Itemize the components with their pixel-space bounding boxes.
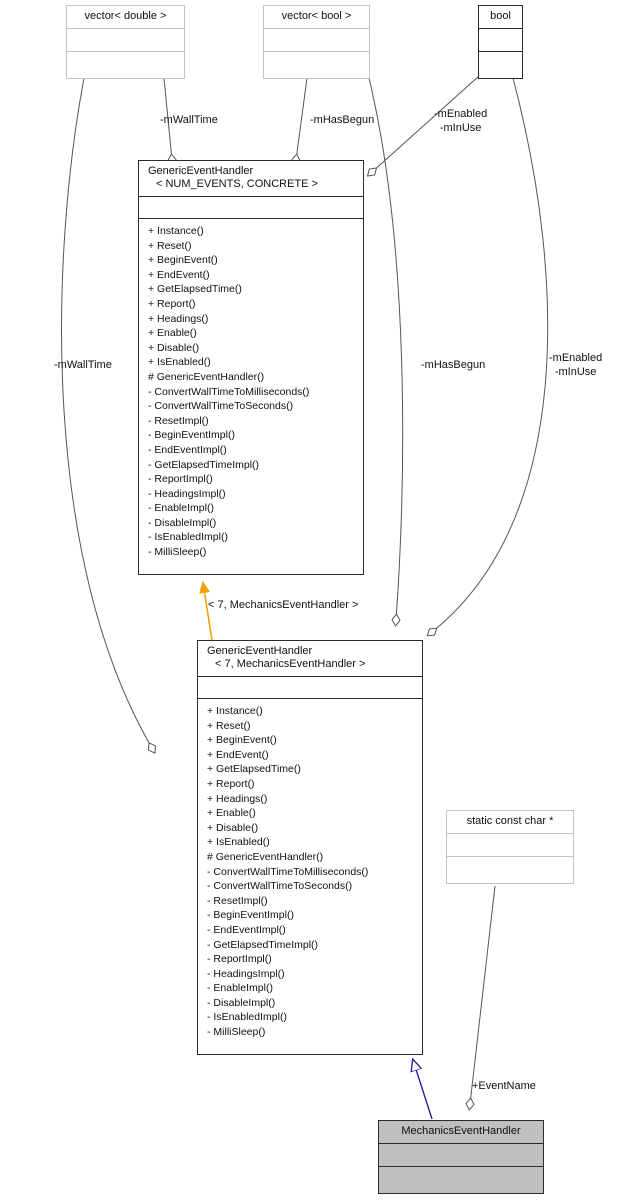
class-title-generic-event-handler-template: GenericEventHandler < NUM_EVENTS, CONCRE… (139, 161, 363, 196)
class-member: - ResetImpl() (148, 414, 209, 427)
class-member: + Report() (148, 297, 196, 310)
edge-label-enabled-inuse-top: -mEnabled -mInUse (434, 107, 487, 135)
edge-label-line2: -mInUse (439, 122, 482, 134)
operations-compartment (379, 1166, 543, 1189)
uml-class-diagram: vector< double > vector< bool > bool Gen… (0, 0, 619, 1203)
class-member: - BeginEventImpl() (148, 429, 235, 442)
edge-label-line1: -mEnabled (549, 352, 603, 364)
operations-compartment: + Instance() + Reset() + BeginEvent() + End… (139, 218, 363, 566)
class-title-line1: GenericEventHandler (207, 645, 313, 657)
class-member: - GetElapsedTimeImpl() (148, 458, 260, 471)
class-member: - ConvertWallTimeToMilliseconds() (148, 385, 310, 398)
class-member: - MilliSleep() (148, 546, 207, 559)
edge-event-name (465, 885, 496, 1111)
edge-has-begun-template (291, 77, 308, 167)
edge-has-begun-instance (368, 77, 404, 627)
class-member: + GetElapsedTime() (148, 283, 242, 296)
class-title-vector-bool: vector< bool > (281, 10, 352, 22)
edge-label-template-binding: < 7, MechanicsEventHandler > (208, 599, 359, 611)
class-member: - GetElapsedTimeImpl() (207, 938, 319, 951)
class-member: - ReportImpl() (148, 473, 213, 486)
class-member: - DisableImpl() (207, 996, 276, 1009)
class-member: + GetElapsedTime() (207, 763, 301, 776)
class-member: + Instance() (207, 705, 263, 717)
edge-label-line1: -mEnabled (434, 108, 488, 120)
class-member: + EndEvent() (148, 268, 210, 281)
class-member: + BeginEvent() (207, 734, 277, 747)
class-member: - EnableImpl() (148, 502, 214, 515)
edge-inheritance-mechanics (413, 1060, 433, 1120)
class-member: + BeginEvent() (148, 254, 218, 267)
class-member: - EndEventImpl() (148, 443, 227, 456)
attributes-compartment (479, 28, 522, 51)
class-box-vector-bool[interactable]: vector< bool > (263, 5, 370, 79)
class-member: - ResetImpl() (207, 894, 268, 907)
class-member: - MilliSleep() (207, 1026, 266, 1039)
class-member: - EnableImpl() (207, 982, 273, 995)
edge-label-has-begun-top: -mHasBegun (310, 114, 375, 126)
class-member: + Enable() (207, 807, 256, 820)
class-title-line1: GenericEventHandler (148, 165, 254, 177)
edge-label-has-begun-mid: -mHasBegun (421, 359, 486, 371)
class-box-generic-event-handler-template[interactable]: GenericEventHandler < NUM_EVENTS, CONCRE… (138, 160, 364, 575)
class-member: + IsEnabled() (207, 836, 270, 849)
class-title-generic-event-handler-instance: GenericEventHandler < 7, MechanicsEventH… (198, 641, 422, 676)
attributes-compartment (67, 28, 184, 51)
inheritance-edge (413, 1060, 433, 1120)
class-member: # GenericEventHandler() (207, 850, 324, 863)
class-member: - ConvertWallTimeToMilliseconds() (207, 865, 369, 878)
class-member: + Disable() (148, 341, 200, 354)
attributes-compartment (379, 1143, 543, 1166)
operations-compartment (264, 51, 369, 74)
class-title-mechanics-event-handler: MechanicsEventHandler (401, 1125, 521, 1137)
class-member: + Headings() (148, 312, 209, 325)
class-member: - ConvertWallTimeToSeconds() (148, 400, 294, 413)
class-member: + Reset() (148, 239, 192, 252)
edge-label-enabled-inuse-right: -mEnabled -mInUse (549, 351, 602, 379)
edge-label-event-name: +EventName (472, 1080, 536, 1092)
class-title-vector-double: vector< double > (84, 10, 167, 22)
class-title-line2: < 7, MechanicsEventHandler > (215, 658, 366, 670)
class-box-generic-event-handler-instance[interactable]: GenericEventHandler < 7, MechanicsEventH… (197, 640, 423, 1055)
class-member: + Enable() (148, 327, 197, 340)
operations-compartment (67, 51, 184, 74)
class-box-mechanics-event-handler[interactable]: MechanicsEventHandler (378, 1120, 544, 1194)
class-box-static-const-char[interactable]: static const char * (446, 810, 574, 884)
operations-compartment (447, 856, 573, 879)
attributes-compartment (198, 676, 422, 698)
attributes-compartment (264, 28, 369, 51)
class-box-vector-double[interactable]: vector< double > (66, 5, 185, 79)
edge-label-line2: -mInUse (554, 366, 597, 378)
class-member: - EndEventImpl() (207, 923, 286, 936)
class-member: - ReportImpl() (207, 953, 272, 966)
class-member: + Disable() (207, 821, 259, 834)
attributes-compartment (139, 196, 363, 218)
attributes-compartment (447, 833, 573, 856)
class-member: - ConvertWallTimeToSeconds() (207, 880, 353, 893)
class-member: - IsEnabledImpl() (207, 1011, 287, 1024)
class-member: + EndEvent() (207, 748, 269, 761)
class-box-bool[interactable]: bool (478, 5, 523, 79)
operations-compartment (479, 51, 522, 74)
class-member: + Reset() (207, 719, 251, 732)
class-title-bool: bool (490, 10, 511, 22)
class-member: + Report() (207, 777, 255, 790)
edge-label-wall-time-left: -mWallTime (54, 359, 112, 371)
class-member: - HeadingsImpl() (148, 487, 226, 500)
class-member: # GenericEventHandler() (148, 370, 265, 383)
class-member: - HeadingsImpl() (207, 967, 285, 980)
class-member: - DisableImpl() (148, 516, 217, 529)
edge-label-wall-time-top: -mWallTime (160, 114, 218, 126)
edge-enabled-inuse-instance (426, 77, 549, 637)
operations-compartment: + Instance() + Reset() + BeginEvent() + End… (198, 698, 422, 1046)
class-member: - IsEnabledImpl() (148, 531, 228, 544)
class-member: + Headings() (207, 792, 268, 805)
class-member: - BeginEventImpl() (207, 909, 294, 922)
class-title-static-const-char: static const char * (466, 815, 554, 827)
class-title-line2: < NUM_EVENTS, CONCRETE > (156, 178, 318, 190)
class-member: + Instance() (148, 225, 204, 237)
class-member: + IsEnabled() (148, 356, 211, 369)
